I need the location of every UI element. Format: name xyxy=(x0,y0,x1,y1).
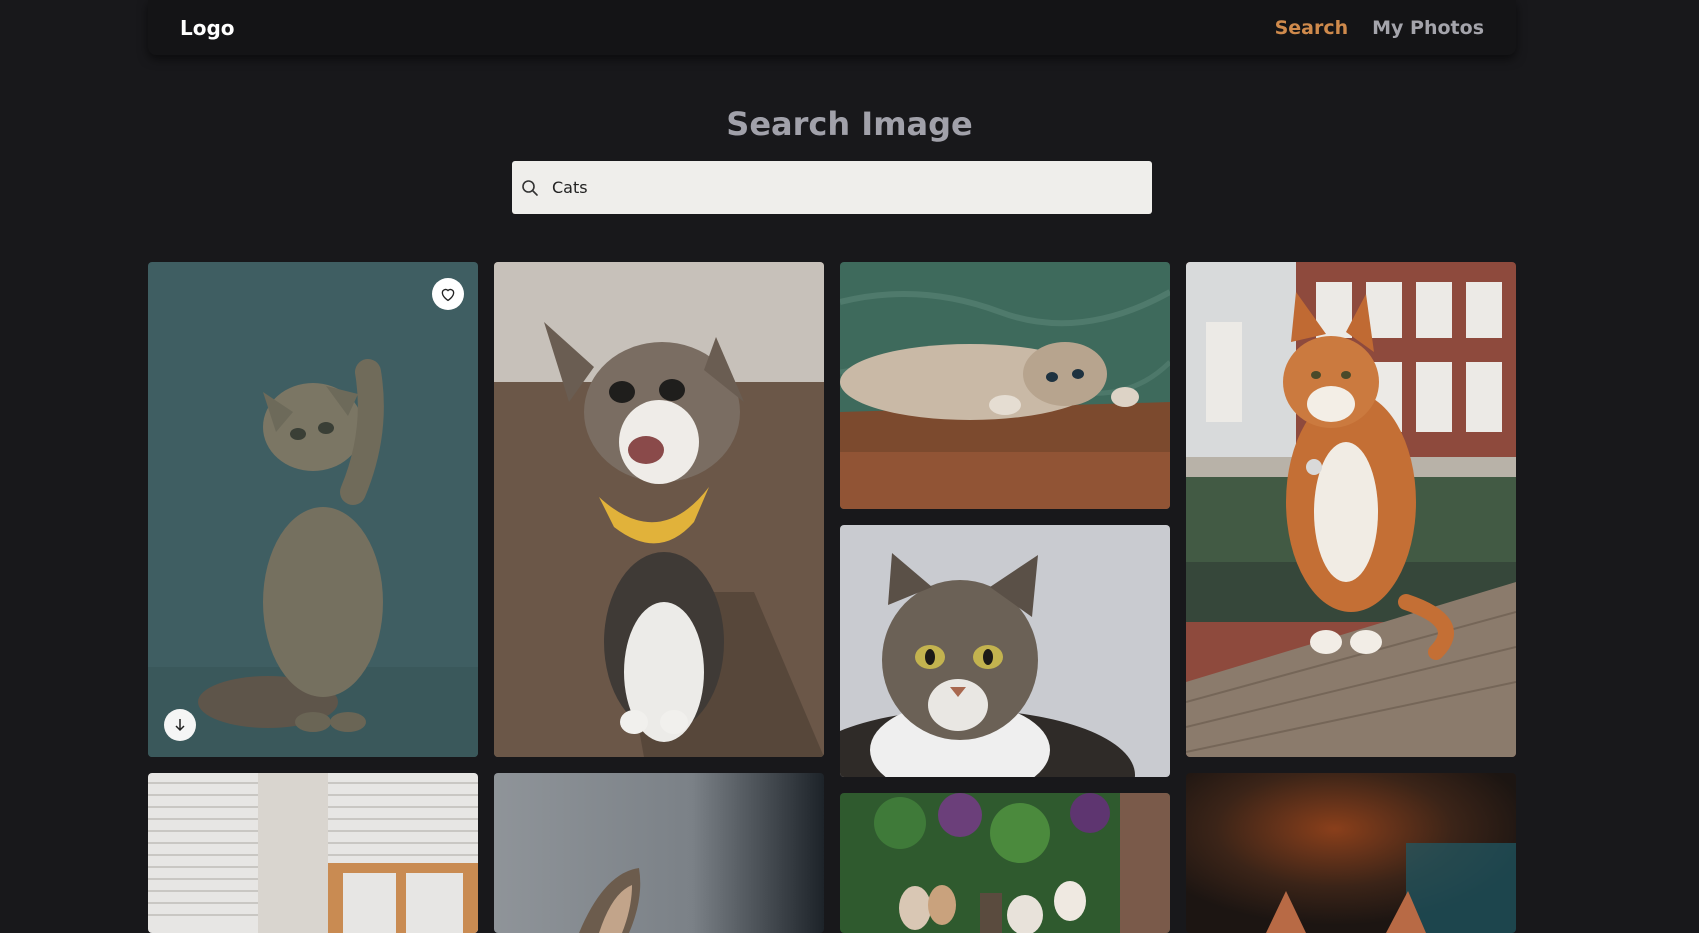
photo-card[interactable] xyxy=(494,773,824,933)
cat-photo xyxy=(840,262,1170,509)
heart-icon xyxy=(441,288,455,302)
photo-card[interactable] xyxy=(1186,262,1516,757)
cat-photo xyxy=(840,793,1170,933)
photo-card[interactable] xyxy=(148,262,478,757)
cat-photo xyxy=(148,773,478,933)
logo[interactable]: Logo xyxy=(180,16,235,40)
nav-links: Search My Photos xyxy=(1275,17,1484,39)
search-box[interactable] xyxy=(512,161,1152,214)
arrow-down-icon xyxy=(175,719,185,732)
favorite-button[interactable] xyxy=(432,278,464,310)
cat-photo xyxy=(1186,262,1516,757)
cat-photo xyxy=(494,773,824,933)
photo-card[interactable] xyxy=(148,773,478,933)
photo-card[interactable] xyxy=(840,262,1170,509)
photo-card[interactable] xyxy=(840,525,1170,777)
search-input[interactable] xyxy=(552,178,1132,197)
navbar: Logo Search My Photos xyxy=(148,0,1516,55)
photo-card[interactable] xyxy=(494,262,824,757)
photo-card[interactable] xyxy=(1186,773,1516,933)
cat-photo xyxy=(148,262,478,757)
search-icon xyxy=(520,178,540,198)
nav-my-photos-link[interactable]: My Photos xyxy=(1372,17,1484,39)
page-title: Search Image xyxy=(726,105,973,143)
nav-search-link[interactable]: Search xyxy=(1275,17,1349,39)
cat-photo xyxy=(494,262,824,757)
photo-card[interactable] xyxy=(840,793,1170,933)
cat-photo xyxy=(1186,773,1516,933)
download-button[interactable] xyxy=(164,709,196,741)
cat-photo xyxy=(840,525,1170,777)
